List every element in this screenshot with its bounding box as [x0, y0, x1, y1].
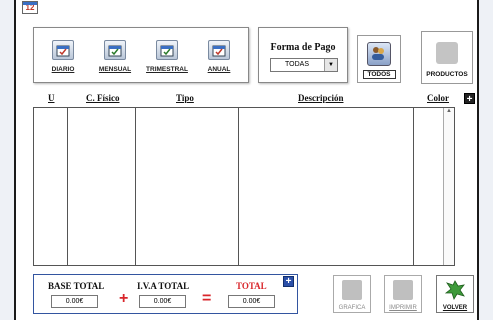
iva-total-field: 0.00€	[139, 295, 186, 308]
calendar-mensual-icon	[104, 40, 126, 60]
total-label: TOTAL	[236, 281, 267, 291]
payment-panel: Forma de Pago TODAS ▼	[258, 27, 348, 83]
trimestral-button[interactable]: TRIMESTRAL	[146, 40, 188, 80]
chevron-down-icon[interactable]: ▼	[324, 59, 337, 71]
todos-label: TODOS	[362, 70, 396, 79]
column-header-c-fisico[interactable]: C. Físico	[86, 93, 120, 103]
column-header-descripcion[interactable]: Descripción	[298, 93, 344, 103]
printer-icon	[393, 280, 413, 300]
grafica-button[interactable]: GRAFICA	[333, 275, 371, 313]
column-divider	[67, 108, 68, 265]
period-panel: DIARIO MENSUAL TRIMESTRAL ANUAL	[33, 27, 249, 83]
calendar-trimestral-icon	[156, 40, 178, 60]
column-divider	[238, 108, 239, 265]
calendar-anual-icon	[208, 40, 230, 60]
trimestral-label: TRIMESTRAL	[146, 66, 188, 73]
payment-select[interactable]: TODAS ▼	[270, 58, 338, 72]
grafica-label: GRAFICA	[338, 305, 366, 311]
column-header-color[interactable]: Color	[427, 93, 449, 103]
volver-icon	[444, 280, 466, 300]
payment-title: Forma de Pago	[270, 42, 336, 53]
totals-panel: BASE TOTAL 0.00€ + I.V.A TOTAL 0.00€ = T…	[33, 274, 298, 314]
equals-operator: =	[202, 290, 212, 307]
column-header-tipo[interactable]: Tipo	[176, 93, 194, 103]
diario-button[interactable]: DIARIO	[42, 40, 84, 80]
column-divider	[135, 108, 136, 265]
plus-operator: +	[119, 290, 129, 307]
mensual-label: MENSUAL	[98, 66, 132, 73]
imprimir-button[interactable]: IMPRIMIR	[384, 275, 422, 313]
add-row-button[interactable]: +	[464, 93, 475, 105]
column-header-u[interactable]: U	[48, 93, 55, 103]
base-total-label: BASE TOTAL	[48, 281, 105, 291]
iva-total-label: I.V.A TOTAL	[137, 281, 190, 291]
todos-button[interactable]: TODOS	[357, 35, 401, 83]
total-field: 0.00€	[228, 295, 275, 308]
calendar-diario-icon	[52, 40, 74, 60]
column-divider	[413, 108, 414, 265]
diario-label: DIARIO	[51, 66, 75, 73]
productos-button[interactable]: PRODUCTOS	[421, 31, 473, 84]
table-scrollbar[interactable]: ▲	[443, 108, 454, 265]
users-icon	[367, 42, 391, 66]
imprimir-label: IMPRIMIR	[389, 305, 417, 311]
anual-label: ANUAL	[207, 66, 231, 73]
volver-button[interactable]: VOLVER	[436, 275, 474, 313]
anual-button[interactable]: ANUAL	[198, 40, 240, 80]
add-total-button[interactable]: +	[283, 276, 294, 287]
base-total-field: 0.00€	[51, 295, 98, 308]
data-table[interactable]: ▲	[33, 107, 455, 266]
volver-label: VOLVER	[442, 305, 468, 311]
payment-selected-value: TODAS	[285, 61, 309, 68]
product-icon	[436, 42, 458, 64]
productos-label: PRODUCTOS	[426, 71, 468, 78]
chart-icon	[342, 280, 362, 300]
calendar-app-icon: 12	[22, 1, 38, 14]
mensual-button[interactable]: MENSUAL	[94, 40, 136, 80]
scroll-up-arrow[interactable]: ▲	[444, 108, 454, 114]
